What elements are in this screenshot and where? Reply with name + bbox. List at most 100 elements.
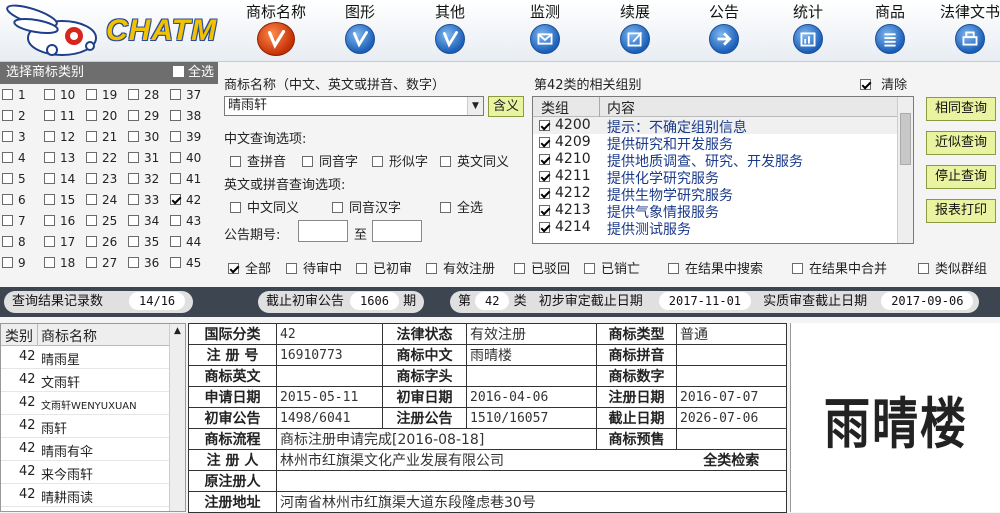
group-row[interactable]: 4210 提供地质调查、研究、开发服务	[533, 151, 913, 170]
print-report-button[interactable]: 报表打印	[926, 199, 996, 223]
filter-all[interactable]: 全部	[228, 258, 271, 277]
chevron-down-icon[interactable]: ▼	[467, 97, 483, 115]
option-homophone[interactable]: 同音字	[302, 151, 358, 170]
category-checkbox[interactable]: 21	[86, 130, 130, 151]
toolbar-item[interactable]: 图形	[320, 2, 400, 54]
select-all-categories-checkbox[interactable]: 全选	[172, 62, 214, 84]
scroll-up-icon[interactable]: ▲	[170, 324, 185, 338]
category-checkbox[interactable]: 29	[128, 109, 172, 130]
category-checkbox[interactable]: 32	[128, 172, 172, 193]
category-checkbox[interactable]: 14	[44, 172, 88, 193]
toolbar-item[interactable]: 法律文书	[930, 2, 1000, 54]
filter-first-review[interactable]: 已初审	[356, 258, 412, 277]
result-row[interactable]: 42 雨轩	[1, 415, 185, 438]
scrollbar-thumb[interactable]	[900, 113, 911, 165]
issue-from-input[interactable]	[298, 220, 348, 242]
result-row[interactable]: 42 晴雨有伞	[1, 438, 185, 461]
category-checkbox[interactable]: 37	[170, 88, 214, 109]
filter-rejected[interactable]: 已驳回	[514, 258, 570, 277]
group-row[interactable]: 4213 提供气象情报服务	[533, 202, 913, 221]
category-checkbox[interactable]: 30	[128, 130, 172, 151]
result-row[interactable]: 42 晴雨星	[1, 346, 185, 369]
category-checkbox[interactable]: 6	[2, 193, 46, 214]
group-row[interactable]: 4200 提示：不确定组别信息	[533, 117, 913, 136]
toolbar-item[interactable]: 商标名称	[236, 2, 316, 56]
toolbar-item[interactable]: 公告	[684, 2, 764, 54]
checkbox-icon[interactable]	[539, 205, 550, 216]
option-english-synonym[interactable]: 英文同义	[440, 151, 509, 170]
category-checkbox[interactable]: 24	[86, 193, 130, 214]
category-checkbox[interactable]: 4	[2, 151, 46, 172]
category-checkbox[interactable]: 22	[86, 151, 130, 172]
group-row[interactable]: 4211 提供化学研究服务	[533, 168, 913, 187]
clear-groups-checkbox[interactable]: 清除	[860, 74, 907, 93]
option-similar-shape[interactable]: 形似字	[372, 151, 428, 170]
category-checkbox[interactable]: 17	[44, 235, 88, 256]
category-checkbox[interactable]: 44	[170, 235, 214, 256]
category-checkbox[interactable]: 7	[2, 214, 46, 235]
option-chinese-synonym[interactable]: 中文同义	[230, 197, 299, 216]
checkbox-icon[interactable]	[539, 188, 550, 199]
category-checkbox[interactable]: 5	[2, 172, 46, 193]
results-scrollbar[interactable]: ▲	[169, 324, 185, 511]
checkbox-icon[interactable]	[539, 120, 550, 131]
category-checkbox[interactable]: 2	[2, 109, 46, 130]
meaning-button[interactable]: 含义	[488, 96, 524, 117]
group-row[interactable]: 4212 提供生物学研究服务	[533, 185, 913, 204]
option-homophone-chars[interactable]: 同音汉字	[332, 197, 401, 216]
category-checkbox[interactable]: 31	[128, 151, 172, 172]
checkbox-icon[interactable]	[539, 222, 550, 233]
category-checkbox[interactable]: 38	[170, 109, 214, 130]
category-checkbox[interactable]: 26	[86, 235, 130, 256]
category-checkbox[interactable]: 23	[86, 172, 130, 193]
category-checkbox[interactable]: 20	[86, 109, 130, 130]
category-checkbox[interactable]: 11	[44, 109, 88, 130]
toolbar-item[interactable]: 商品	[850, 2, 930, 54]
checkbox-icon[interactable]	[539, 137, 550, 148]
category-checkbox[interactable]: 28	[128, 88, 172, 109]
category-checkbox[interactable]: 16	[44, 214, 88, 235]
group-row[interactable]: 4214 提供测试服务	[533, 219, 913, 238]
merge-in-results[interactable]: 在结果中合并	[792, 258, 887, 277]
toolbar-item[interactable]: 统计	[768, 2, 848, 54]
stop-query-button[interactable]: 停止查询	[926, 165, 996, 189]
result-row[interactable]: 42 文雨轩	[1, 369, 185, 392]
issue-to-input[interactable]	[372, 220, 422, 242]
filter-valid[interactable]: 有效注册	[426, 258, 495, 277]
category-checkbox[interactable]: 19	[86, 88, 130, 109]
search-in-results[interactable]: 在结果中搜索	[668, 258, 763, 277]
category-checkbox[interactable]: 25	[86, 214, 130, 235]
toolbar-item[interactable]: 其他	[410, 2, 490, 54]
category-checkbox[interactable]: 40	[170, 151, 214, 172]
result-row[interactable]: 42 文雨轩WENYUXUAN	[1, 392, 185, 415]
category-checkbox[interactable]: 34	[128, 214, 172, 235]
option-select-all[interactable]: 全选	[440, 197, 483, 216]
group-row[interactable]: 4209 提供研究和开发服务	[533, 134, 913, 153]
category-checkbox[interactable]: 10	[44, 88, 88, 109]
similar-groups[interactable]: 类似群组	[918, 258, 987, 277]
trademark-name-input[interactable]: 晴雨轩 ▼	[224, 96, 484, 116]
filter-cancelled[interactable]: 已销亡	[584, 258, 640, 277]
category-checkbox[interactable]: 15	[44, 193, 88, 214]
group-list-scrollbar[interactable]	[897, 97, 913, 243]
category-checkbox[interactable]: 42	[170, 193, 214, 214]
full-search-link[interactable]: 全类检索	[676, 449, 787, 471]
category-checkbox[interactable]: 43	[170, 214, 214, 235]
category-checkbox[interactable]: 39	[170, 130, 214, 151]
category-checkbox[interactable]: 3	[2, 130, 46, 151]
result-row[interactable]: 42 晴耕雨读	[1, 484, 185, 507]
category-checkbox[interactable]: 12	[44, 130, 88, 151]
checkbox-icon[interactable]	[539, 154, 550, 165]
category-checkbox[interactable]: 1	[2, 88, 46, 109]
category-checkbox[interactable]: 13	[44, 151, 88, 172]
similar-query-button[interactable]: 近似查询	[926, 131, 996, 155]
category-checkbox[interactable]: 41	[170, 172, 214, 193]
toolbar-item[interactable]: 续展	[595, 2, 675, 54]
checkbox-icon[interactable]	[539, 171, 550, 182]
filter-pending[interactable]: 待审中	[286, 258, 342, 277]
category-checkbox[interactable]: 35	[128, 235, 172, 256]
same-query-button[interactable]: 相同查询	[926, 97, 996, 121]
category-checkbox[interactable]: 33	[128, 193, 172, 214]
result-row[interactable]: 42 来今雨轩	[1, 461, 185, 484]
toolbar-item[interactable]: 监测	[505, 2, 585, 54]
